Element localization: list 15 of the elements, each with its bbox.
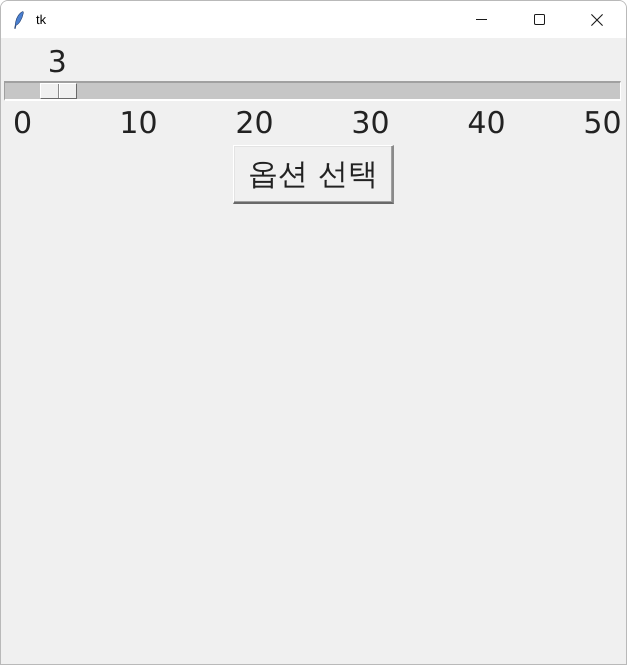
- tick-label: 20: [235, 109, 274, 139]
- maximize-icon[interactable]: [534, 14, 544, 25]
- slider-track[interactable]: [4, 81, 621, 101]
- slider-value: 3: [48, 48, 67, 78]
- window-title: tk: [36, 12, 46, 27]
- options-button[interactable]: 옵션 선택: [233, 145, 394, 204]
- close-icon[interactable]: [591, 14, 603, 26]
- slider-thumb[interactable]: [40, 83, 77, 99]
- tick-label: 0: [12, 109, 32, 139]
- feather-icon: [14, 10, 24, 28]
- tick-label: 10: [119, 109, 158, 139]
- tick-label: 30: [351, 109, 390, 139]
- tick-label: 50: [583, 109, 622, 139]
- tick-label: 40: [467, 109, 506, 139]
- minimize-icon[interactable]: [476, 19, 486, 20]
